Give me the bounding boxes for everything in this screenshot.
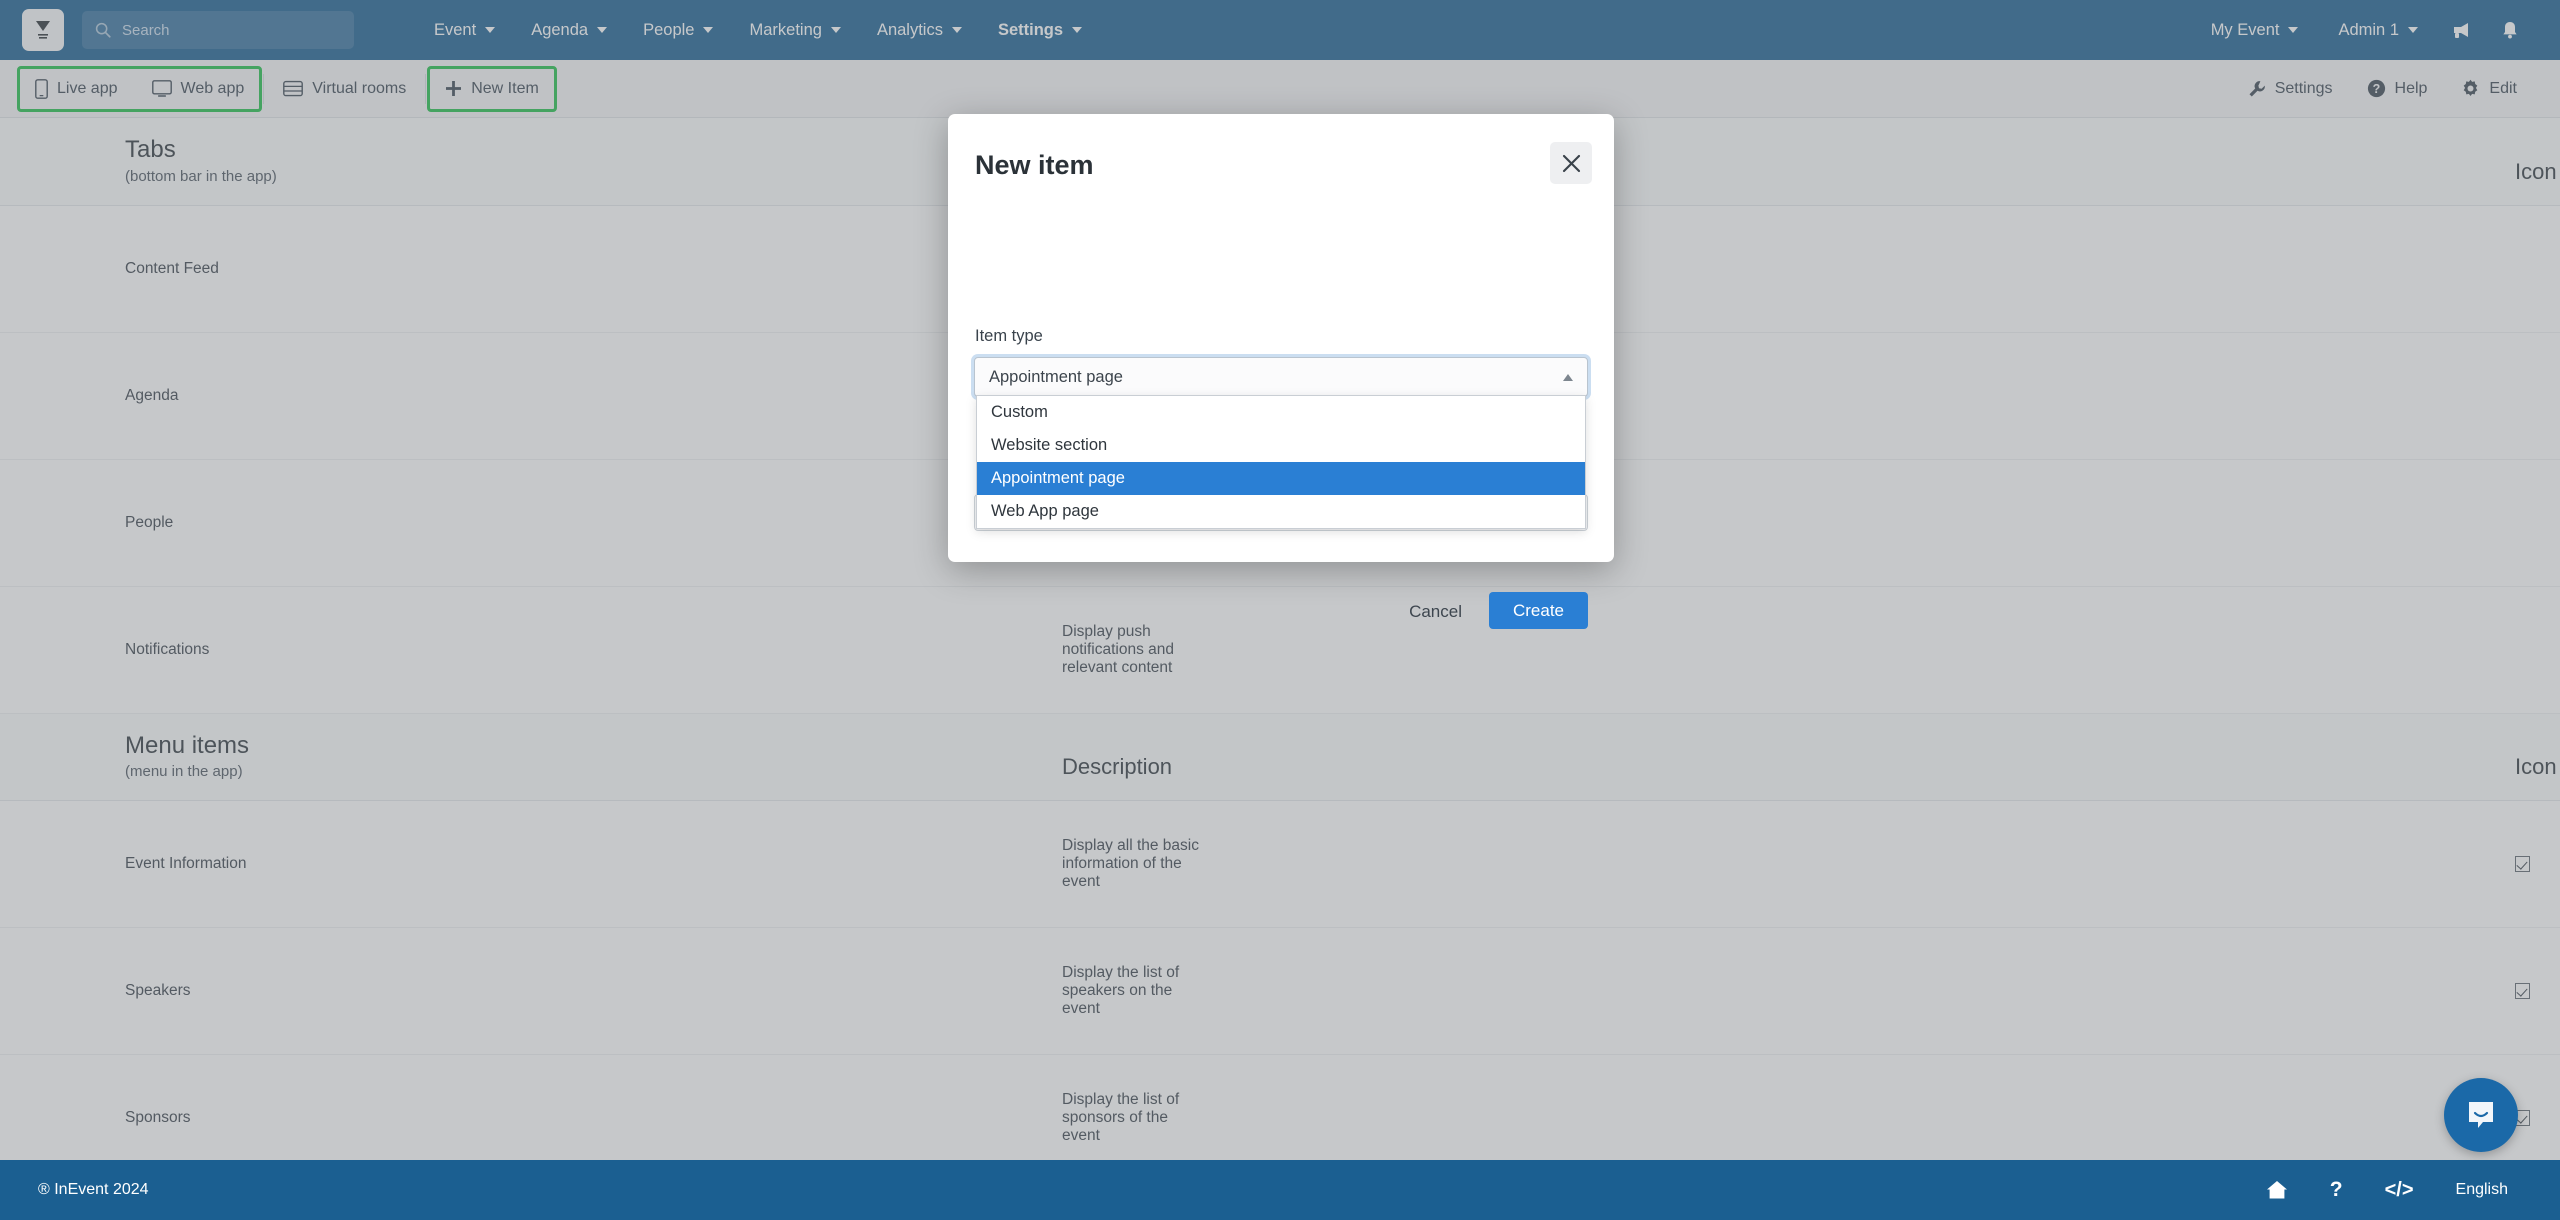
dropdown-option-label: Website section	[991, 436, 1108, 454]
footer-right-group: ? </> English	[2266, 1178, 2560, 1202]
dropdown-option-label: Appointment page	[991, 469, 1125, 487]
language-label: English	[2455, 1181, 2508, 1198]
chevron-up-icon	[1563, 373, 1573, 381]
help-glyph: ?	[2329, 1178, 2343, 1201]
dropdown-option-appointment-page[interactable]: Appointment page	[977, 462, 1585, 495]
help-icon[interactable]: ?	[2330, 1178, 2343, 1202]
code-glyph: </>	[2384, 1178, 2414, 1201]
dropdown-option-label: Custom	[991, 403, 1048, 421]
dropdown-option-custom[interactable]: Custom	[977, 396, 1585, 429]
item-type-select[interactable]: Appointment page	[974, 357, 1588, 397]
footer-bar: ® InEvent 2024 ? </> English	[0, 1160, 2560, 1220]
dropdown-option-web-app-page[interactable]: Web App page	[977, 495, 1585, 528]
item-type-dropdown-list: Custom Website section Appointment page …	[976, 395, 1586, 529]
new-item-modal: New item Item type Appointment page Cust…	[948, 114, 1614, 629]
modal-title: New item	[975, 150, 1094, 180]
cancel-button[interactable]: Cancel	[1409, 602, 1462, 622]
close-icon[interactable]	[1550, 142, 1592, 184]
dropdown-option-label: Web App page	[991, 502, 1099, 520]
footer-copyright: ® InEvent 2024	[38, 1181, 149, 1198]
code-icon[interactable]: </>	[2385, 1179, 2414, 1202]
create-button[interactable]: Create	[1489, 592, 1588, 629]
close-glyph	[1562, 154, 1580, 172]
chat-glyph	[2469, 1102, 2493, 1128]
home-glyph	[2266, 1181, 2287, 1199]
item-type-select-value: Appointment page	[989, 367, 1123, 386]
home-icon[interactable]	[2266, 1180, 2288, 1200]
language-selector[interactable]: English	[2456, 1181, 2508, 1199]
item-type-label: Item type	[975, 327, 1043, 345]
chat-bubble-icon[interactable]	[2444, 1078, 2518, 1152]
dropdown-option-website-section[interactable]: Website section	[977, 429, 1585, 462]
app-root: Event Agenda People Marketing Analytics …	[0, 0, 2560, 1220]
